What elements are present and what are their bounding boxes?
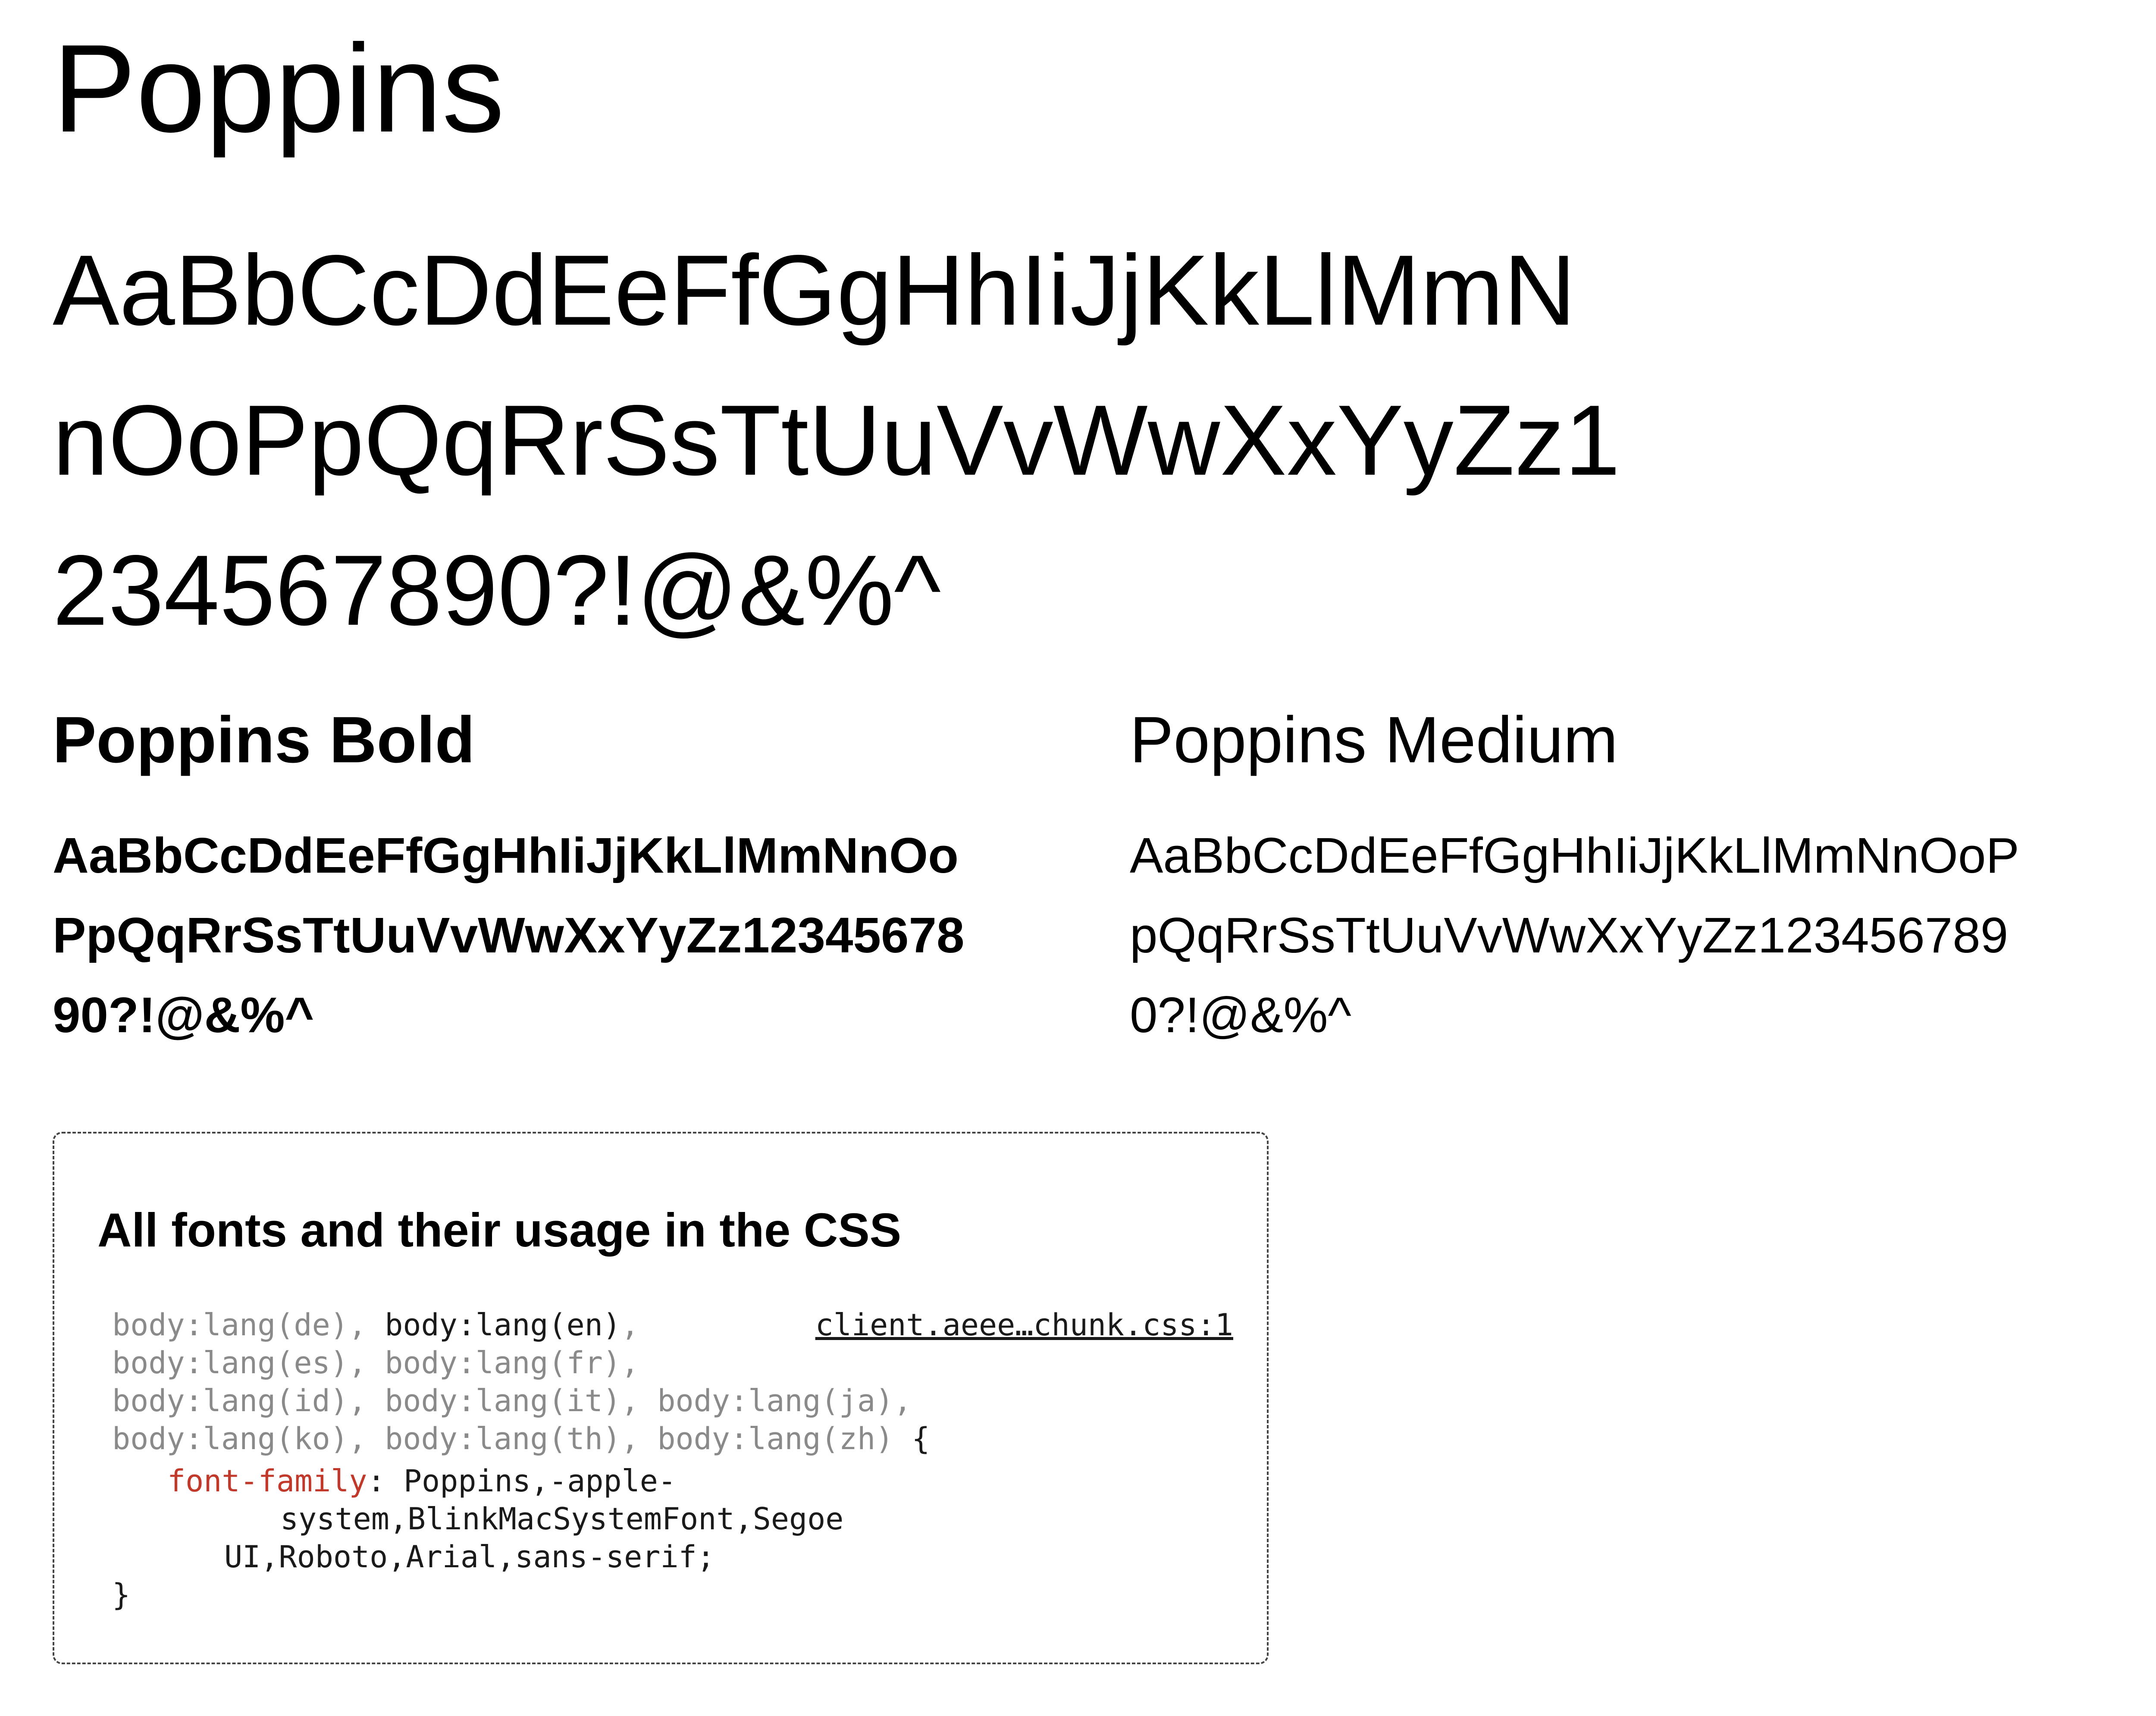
specimen-line: pQqRrSsTtUuVvWwXxYyZz123456789 bbox=[1130, 907, 2009, 963]
bold-variant: Poppins Bold AaBbCcDdEeFfGgHhIiJjKkLlMmN… bbox=[53, 707, 1087, 1055]
declaration-continuation: system,BlinkMacSystemFont,Segoe bbox=[112, 1500, 1233, 1538]
selector-separator: , bbox=[348, 1345, 367, 1381]
selector[interactable]: body:lang(it) bbox=[385, 1383, 621, 1419]
medium-specimen: AaBbCcDdEeFfGgHhIiJjKkLlMmNnOoP pQqRrSsT… bbox=[1130, 816, 2156, 1055]
selector-line: body:lang(ko), body:lang(th), body:lang(… bbox=[112, 1420, 1233, 1458]
selector-line: body:lang(es), body:lang(fr), bbox=[112, 1344, 1233, 1382]
open-brace: { bbox=[912, 1421, 930, 1456]
medium-variant-title: Poppins Medium bbox=[1130, 703, 1618, 777]
selector-separator: , bbox=[621, 1421, 639, 1456]
selector-separator: , bbox=[348, 1383, 367, 1419]
selector[interactable]: body:lang(fr) bbox=[385, 1345, 621, 1381]
declaration-line: font-family: Poppins,-apple- bbox=[112, 1462, 1233, 1500]
selector-separator: , bbox=[621, 1307, 639, 1343]
specimen-line: AaBbCcDdEeFfGgHhIiJjKkLlMmNnOoP bbox=[1130, 827, 2019, 883]
regular-specimen: AaBbCcDdEeFfGgHhIiJjKkLlMmN nOoPpQqRrSsT… bbox=[53, 216, 1620, 666]
selector[interactable]: body:lang(id) bbox=[112, 1383, 348, 1419]
selector[interactable]: body:lang(ja) bbox=[657, 1383, 893, 1419]
selector-separator: , bbox=[893, 1383, 912, 1419]
colon: : bbox=[367, 1463, 385, 1499]
css-usage-box: All fonts and their usage in the CSS cli… bbox=[53, 1132, 1269, 1664]
bold-specimen: AaBbCcDdEeFfGgHhIiJjKkLlMmNnOo PpQqRrSsT… bbox=[53, 816, 1087, 1055]
bold-variant-title: Poppins Bold bbox=[53, 703, 475, 777]
selector-separator: , bbox=[621, 1345, 639, 1381]
selector-separator: , bbox=[348, 1421, 367, 1456]
selector[interactable]: body:lang(ko) bbox=[112, 1421, 348, 1456]
css-value[interactable]: UI,Roboto,Arial,sans-serif; bbox=[224, 1539, 715, 1575]
declaration-continuation: UI,Roboto,Arial,sans-serif; bbox=[112, 1538, 1233, 1576]
selector[interactable]: body:lang(th) bbox=[385, 1421, 621, 1456]
css-rule: client.aeee…chunk.css:1 body:lang(de), b… bbox=[112, 1306, 1233, 1614]
specimen-line: 0?!@&%^ bbox=[1130, 987, 1351, 1043]
selector[interactable]: body:lang(es) bbox=[112, 1345, 348, 1381]
specimen-line: 90?!@&%^ bbox=[53, 987, 314, 1043]
close-brace: } bbox=[112, 1577, 131, 1613]
source-file-link[interactable]: client.aeee…chunk.css:1 bbox=[815, 1306, 1233, 1344]
specimen-line: 234567890?!@&%^ bbox=[53, 535, 941, 646]
font-title: Poppins bbox=[53, 19, 505, 158]
css-value[interactable]: system,BlinkMacSystemFont,Segoe bbox=[280, 1501, 843, 1537]
specimen-line: PpQqRrSsTtUuVvWwXxYyZz12345678 bbox=[53, 907, 965, 963]
selector[interactable]: body:lang(zh) bbox=[657, 1421, 893, 1456]
close-brace-line: } bbox=[112, 1576, 1233, 1614]
selector-active[interactable]: body:lang(en) bbox=[385, 1307, 621, 1343]
selector-line: body:lang(id), body:lang(it), body:lang(… bbox=[112, 1382, 1233, 1420]
medium-variant: Poppins Medium AaBbCcDdEeFfGgHhIiJjKkLlM… bbox=[1130, 707, 2156, 1055]
css-property[interactable]: font-family bbox=[167, 1463, 367, 1499]
specimen-line: AaBbCcDdEeFfGgHhIiJjKkLlMmN bbox=[53, 235, 1576, 346]
specimen-line: nOoPpQqRrSsTtUuVvWwXxYyZz1 bbox=[53, 385, 1620, 496]
selector[interactable]: body:lang(de) bbox=[112, 1307, 348, 1343]
selector-separator: , bbox=[348, 1307, 367, 1343]
css-box-title: All fonts and their usage in the CSS bbox=[97, 1204, 902, 1257]
css-value[interactable]: Poppins,-apple- bbox=[404, 1463, 676, 1499]
selector-separator: , bbox=[621, 1383, 639, 1419]
specimen-line: AaBbCcDdEeFfGgHhIiJjKkLlMmNnOo bbox=[53, 827, 959, 883]
